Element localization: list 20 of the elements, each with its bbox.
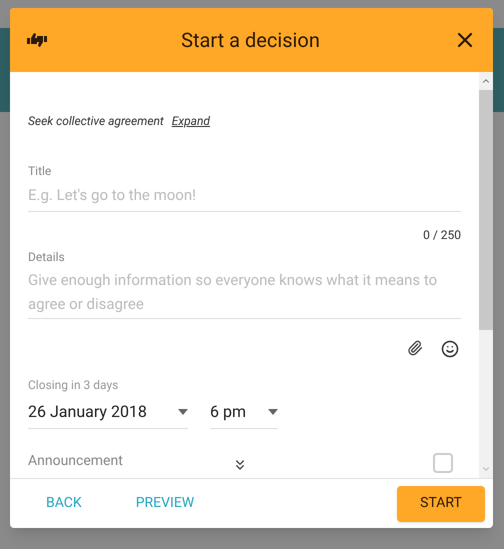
character-counter: 0 / 250 [423, 226, 461, 244]
closing-label: Closing in 3 days [28, 376, 120, 394]
thumbs-icon [26, 32, 48, 48]
scrollbar[interactable] [479, 72, 493, 478]
dropdown-caret-icon [178, 408, 188, 414]
title-label: Title [28, 163, 52, 180]
emoji-icon[interactable] [441, 340, 459, 358]
announcement-label: Announcement [28, 452, 124, 470]
announcement-checkbox[interactable] [433, 452, 453, 472]
date-dropdown[interactable]: 26 January 2018 [28, 396, 188, 428]
expand-link[interactable]: Expand [172, 112, 210, 130]
dialog-title: Start a decision [180, 27, 321, 54]
dropdown-caret-icon [268, 408, 278, 414]
title-field[interactable]: E.g. Let's go to the moon! [28, 180, 461, 212]
details-label: Details [28, 248, 66, 266]
attach-icon[interactable] [407, 340, 423, 356]
time-dropdown[interactable]: 6 pm [210, 396, 278, 428]
start-button[interactable]: START [397, 486, 485, 522]
details-field[interactable]: Give enough information so everyone knows what it means to agree or disagree [28, 266, 461, 318]
decision-type-text: Seek collective agreement [28, 113, 164, 130]
